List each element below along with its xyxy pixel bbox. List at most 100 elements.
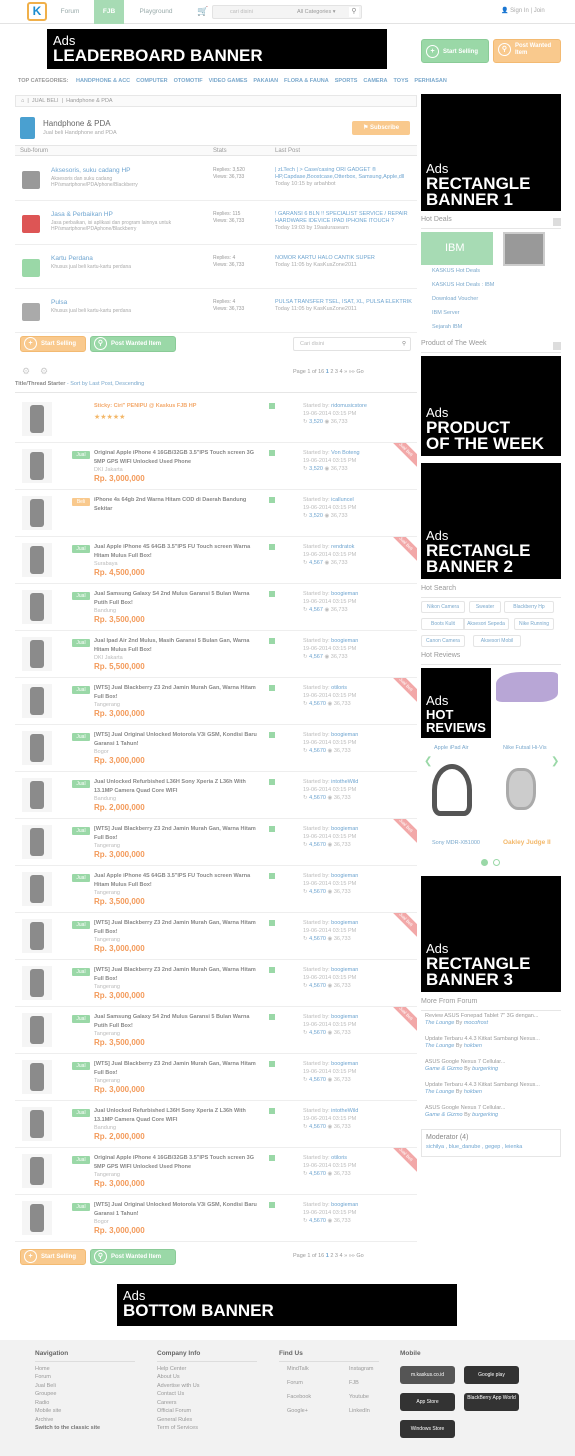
thread-starter[interactable]: rendratok bbox=[331, 544, 354, 550]
cart-icon[interactable]: 🛒 bbox=[197, 6, 208, 17]
thread-row[interactable]: Sticky: Ciri" PENIPU @ Kaskus FJB HP ★★★★… bbox=[15, 396, 417, 443]
footer-nav-link[interactable]: Jual Beli bbox=[35, 1382, 135, 1391]
more-forum-item[interactable]: Update Terbaru 4.4.3 Kitkat Sambangi Nex… bbox=[425, 1082, 560, 1096]
reply-count[interactable]: 4,5670 bbox=[309, 983, 326, 989]
thread-thumbnail[interactable] bbox=[22, 1154, 52, 1188]
more-forum-author[interactable]: mocofrost bbox=[464, 1020, 488, 1026]
start-selling-button[interactable]: + Start Selling bbox=[421, 39, 489, 63]
ad-hot-reviews[interactable]: Ads HOT REVIEWS bbox=[421, 668, 491, 738]
thread-thumbnail[interactable] bbox=[22, 449, 52, 483]
reply-count[interactable]: 4,5670 bbox=[309, 748, 326, 754]
thread-starter[interactable]: otiloris bbox=[331, 685, 347, 691]
review-item[interactable]: Oakley Judge II bbox=[503, 839, 551, 846]
footer-company-link[interactable]: Advertise with Us bbox=[157, 1382, 257, 1391]
thread-thumbnail[interactable] bbox=[22, 731, 52, 765]
gear-icon[interactable]: ⚙ bbox=[22, 366, 30, 377]
search-icon[interactable]: ⚲ bbox=[402, 338, 406, 350]
thread-starter[interactable]: boogieman bbox=[331, 732, 358, 738]
close-icon[interactable] bbox=[553, 342, 561, 350]
ad-product-of-week[interactable]: Ads PRODUCT OF THE WEEK bbox=[421, 356, 561, 456]
thread-title[interactable]: Jual Ipad Air 2nd Mulus, Masih Garansi 5… bbox=[94, 637, 264, 655]
reply-count[interactable]: 4,567 bbox=[309, 654, 323, 660]
footer-social-link[interactable]: FJB bbox=[349, 1379, 359, 1388]
subforum-name[interactable]: Jasa & Perbaikan HP bbox=[51, 211, 113, 218]
review-item[interactable]: Nike Futsal Hi-Vis bbox=[503, 745, 547, 751]
top-category-link[interactable]: CAMERA bbox=[363, 78, 387, 84]
tab-playground[interactable]: Playground bbox=[130, 0, 182, 24]
thread-title[interactable]: [WTS] Jual Blackberry Z3 2nd Jamin Murah… bbox=[94, 966, 264, 984]
top-category-link[interactable]: COMPUTER bbox=[136, 78, 167, 84]
blackberry-badge[interactable]: BlackBerry App World bbox=[464, 1393, 519, 1411]
tab-forum[interactable]: Forum bbox=[50, 0, 90, 24]
thread-thumbnail[interactable] bbox=[22, 1107, 52, 1141]
footer-social-link[interactable]: Youtube bbox=[349, 1393, 369, 1402]
more-forum-author[interactable]: burgerking bbox=[472, 1066, 498, 1072]
thread-title[interactable]: [WTS] Jual Original Unlocked Motorola V3… bbox=[94, 731, 264, 749]
top-category-link[interactable]: OTOMOTIF bbox=[174, 78, 203, 84]
thread-title[interactable]: [WTS] Jual Blackberry Z3 2nd Jamin Murah… bbox=[94, 825, 264, 843]
footer-nav-link[interactable]: Home bbox=[35, 1365, 135, 1374]
page-link[interactable]: 2 bbox=[330, 369, 333, 375]
thread-row[interactable]: Jual [WTS] Jual Blackberry Z3 2nd Jamin M… bbox=[15, 678, 417, 725]
top-category-link[interactable]: VIDEO GAMES bbox=[209, 78, 248, 84]
footer-company-link[interactable]: General Rules bbox=[157, 1416, 257, 1425]
thread-starter[interactable]: ridomusicstore bbox=[331, 403, 367, 409]
more-forum-title[interactable]: Review ASUS Fonepad Tablet 7" 3G dengan.… bbox=[425, 1013, 560, 1020]
hot-deal-link[interactable]: Sejarah IBM bbox=[432, 324, 462, 330]
carousel-dot[interactable] bbox=[493, 859, 500, 866]
more-forum-subforum[interactable]: Game & Gizmo bbox=[425, 1112, 463, 1118]
more-forum-item[interactable]: Update Terbaru 4.4.3 Kitkat Sambangi Nex… bbox=[425, 1036, 560, 1050]
thread-thumbnail[interactable] bbox=[22, 966, 52, 1000]
thread-thumbnail[interactable] bbox=[22, 684, 52, 718]
hot-search-tag[interactable]: Blackberry Hp bbox=[504, 601, 554, 613]
reply-count[interactable]: 4,5670 bbox=[309, 842, 326, 848]
mobile-site-badge[interactable]: m.kaskus.co.id bbox=[400, 1366, 455, 1384]
thread-starter[interactable]: boogieman bbox=[331, 591, 358, 597]
thread-row[interactable]: Jual Jual Unlocked Refurbished L36H Sony … bbox=[15, 1101, 417, 1148]
thread-thumbnail[interactable] bbox=[22, 590, 52, 624]
thread-starter[interactable]: boogieman bbox=[331, 1202, 358, 1208]
page-link[interactable]: Go bbox=[356, 1253, 363, 1259]
footer-company-link[interactable]: Contact Us bbox=[157, 1390, 257, 1399]
thread-row[interactable]: Jual [WTS] Jual Blackberry Z3 2nd Jamin M… bbox=[15, 819, 417, 866]
reply-count[interactable]: 4,5670 bbox=[309, 795, 326, 801]
search-input[interactable]: cari disini bbox=[230, 9, 253, 15]
thread-row[interactable]: Beli iPhone 4s 64gb 2nd Warna Hitam COD d… bbox=[15, 490, 417, 537]
thread-starter[interactable]: icalluncel bbox=[331, 497, 354, 503]
hot-search-tag[interactable]: Aksesori Sepeda bbox=[463, 618, 509, 630]
thread-title[interactable]: Jual Unlocked Refurbished L36H Sony Xper… bbox=[94, 778, 264, 796]
page-link[interactable]: Go bbox=[356, 369, 363, 375]
thread-thumbnail[interactable] bbox=[22, 825, 52, 859]
tab-fjb[interactable]: FJB bbox=[94, 0, 124, 24]
more-forum-subforum[interactable]: The Lounge bbox=[425, 1020, 454, 1026]
reply-count[interactable]: 4,567 bbox=[309, 560, 323, 566]
ad-rectangle-3[interactable]: Ads RECTANGLE BANNER 3 bbox=[421, 876, 561, 992]
thread-starter[interactable]: boogieman bbox=[331, 967, 358, 973]
hot-search-tag[interactable]: Nikon Camera bbox=[421, 601, 465, 613]
footer-social-link[interactable]: Instagram bbox=[349, 1365, 373, 1374]
thread-title[interactable]: Original Apple iPhone 4 16GB/32GB 3.5"IP… bbox=[94, 1154, 264, 1172]
post-wanted-button[interactable]: ⚲ Post Wanted Item bbox=[90, 1249, 176, 1265]
chevron-right-icon[interactable]: ❯ bbox=[551, 756, 559, 767]
thread-thumbnail[interactable] bbox=[22, 1060, 52, 1094]
reply-count[interactable]: 4,567 bbox=[309, 607, 323, 613]
reply-count[interactable]: 4,5670 bbox=[309, 1030, 326, 1036]
hot-deal-link[interactable]: KASKUS Hot Deals : IBM bbox=[432, 282, 494, 288]
thread-row[interactable]: Jual [WTS] Jual Original Unlocked Motorol… bbox=[15, 1195, 417, 1242]
thread-thumbnail[interactable] bbox=[22, 402, 52, 436]
hot-deal-link[interactable]: Download Voucher bbox=[432, 296, 478, 302]
page-link[interactable]: »» bbox=[349, 1253, 355, 1259]
thread-row[interactable]: Jual Jual Ipad Air 2nd Mulus, Masih Garan… bbox=[15, 631, 417, 678]
thread-thumbnail[interactable] bbox=[22, 1201, 52, 1235]
more-forum-subforum[interactable]: The Lounge bbox=[425, 1089, 454, 1095]
footer-company-link[interactable]: Help Center bbox=[157, 1365, 257, 1374]
thread-title[interactable]: [WTS] Jual Original Unlocked Motorola V3… bbox=[94, 1201, 264, 1219]
thread-starter[interactable]: intotheWild bbox=[331, 1108, 358, 1114]
thread-starter[interactable]: otiloris bbox=[331, 1155, 347, 1161]
subforum-name[interactable]: Aksesoris, suku cadang HP bbox=[51, 167, 130, 174]
ad-rectangle-2[interactable]: Ads RECTANGLE BANNER 2 bbox=[421, 463, 561, 579]
page-link[interactable]: 3 bbox=[335, 369, 338, 375]
thread-thumbnail[interactable] bbox=[22, 496, 52, 530]
review-item[interactable]: Apple iPad Air bbox=[434, 745, 469, 751]
thread-title[interactable]: Original Apple iPhone 4 16GB/32GB 3.5"IP… bbox=[94, 449, 264, 467]
